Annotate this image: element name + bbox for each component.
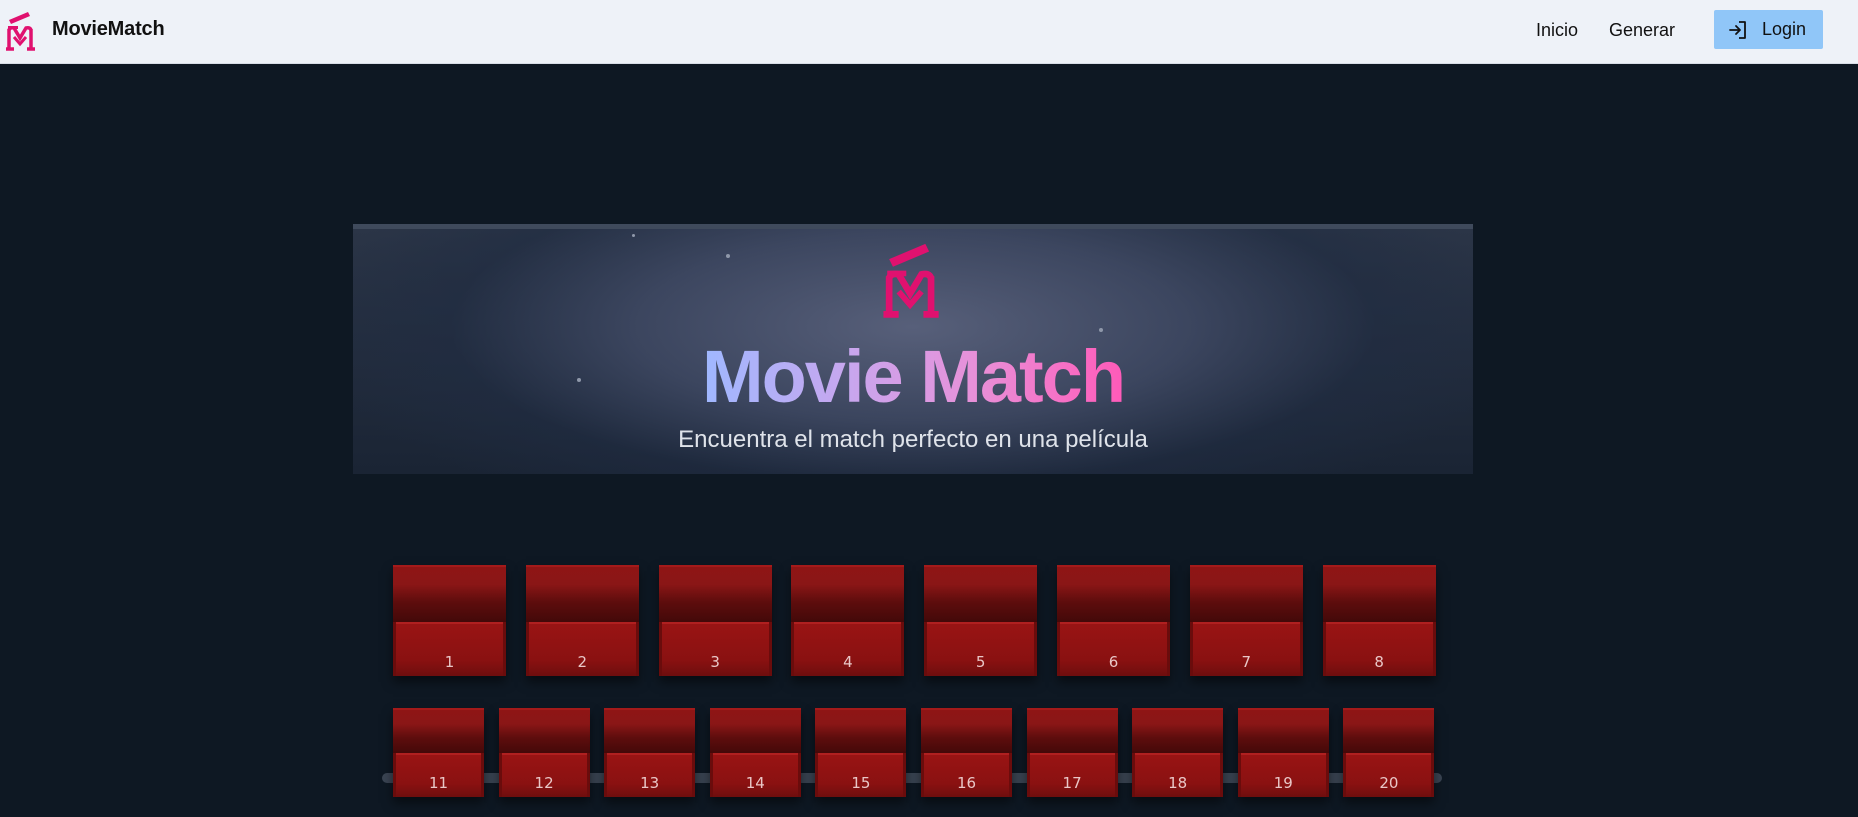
nav-link-inicio[interactable]: Inicio — [1536, 20, 1578, 41]
seat-cushion: 3 — [661, 622, 769, 676]
seat-back — [1343, 708, 1435, 756]
seat-16[interactable]: 16 — [921, 708, 1012, 797]
seat-18[interactable]: 18 — [1132, 708, 1224, 797]
decorative-star — [726, 254, 730, 258]
seat-back — [658, 565, 772, 625]
seat-number: 7 — [1241, 653, 1252, 671]
seat-number: 20 — [1379, 774, 1399, 792]
seat-cushion: 7 — [1192, 622, 1300, 676]
seat-cushion: 15 — [818, 753, 904, 797]
seat-cushion: 17 — [1029, 753, 1115, 797]
brand-name: MovieMatch — [52, 18, 165, 40]
seat-20[interactable]: 20 — [1343, 708, 1435, 797]
decorative-star — [1099, 328, 1103, 332]
hero-subtitle: Encuentra el match perfecto en una pelíc… — [678, 426, 1148, 453]
seat-back — [498, 708, 590, 756]
seat-cushion: 5 — [927, 622, 1035, 676]
seat-back — [1132, 708, 1224, 756]
seat-number: 6 — [1108, 653, 1119, 671]
seat-number: 11 — [428, 774, 449, 792]
seat-19[interactable]: 19 — [1237, 708, 1329, 797]
seat-back — [604, 708, 696, 756]
seat-number: 13 — [640, 774, 660, 792]
seat-12[interactable]: 12 — [498, 708, 590, 797]
seat-back — [921, 708, 1012, 756]
seat-cushion: 1 — [396, 622, 503, 676]
seat-cushion: 19 — [1240, 753, 1326, 797]
seat-number: 2 — [577, 653, 588, 671]
moviematch-hero-logo-icon — [883, 243, 939, 318]
seat-number: 1 — [444, 653, 455, 671]
seat-11[interactable]: 11 — [393, 708, 484, 797]
seat-number: 17 — [1062, 774, 1082, 792]
seat-13[interactable]: 13 — [604, 708, 696, 797]
seat-cushion: 2 — [528, 622, 636, 676]
seat-back — [1026, 708, 1118, 756]
login-label: Login — [1762, 19, 1807, 39]
seat-back — [1189, 565, 1303, 625]
seat-number: 5 — [975, 653, 986, 671]
seat-cushion: 13 — [607, 753, 693, 797]
seat-back — [393, 565, 506, 625]
seat-2[interactable]: 2 — [525, 565, 639, 676]
seat-back — [393, 708, 484, 756]
seat-cushion: 20 — [1346, 753, 1432, 797]
seat-cushion: 4 — [794, 622, 902, 676]
seat-cushion: 14 — [712, 753, 798, 797]
seat-5[interactable]: 5 — [924, 565, 1038, 676]
hero-title: Movie Match — [701, 335, 1126, 418]
seat-number: 15 — [851, 774, 871, 792]
brand-link[interactable]: MovieMatch — [6, 8, 165, 56]
seat-3[interactable]: 3 — [658, 565, 772, 676]
seat-number: 8 — [1374, 653, 1384, 671]
seat-cushion: 6 — [1060, 622, 1167, 676]
navbar: MovieMatch Inicio Generar Login — [0, 0, 1858, 64]
seat-cushion: 18 — [1135, 753, 1221, 797]
seat-number: 19 — [1273, 774, 1293, 792]
seat-number: 16 — [956, 774, 977, 792]
seat-number: 3 — [710, 653, 720, 671]
decorative-star — [632, 234, 635, 237]
seat-14[interactable]: 14 — [709, 708, 801, 797]
seat-number: 12 — [534, 774, 554, 792]
seat-17[interactable]: 17 — [1026, 708, 1118, 797]
seat-cushion: 12 — [501, 753, 587, 797]
seat-7[interactable]: 7 — [1189, 565, 1303, 676]
seat-8[interactable]: 8 — [1322, 565, 1436, 676]
login-button[interactable]: Login — [1714, 10, 1823, 49]
seat-cushion: 11 — [396, 753, 481, 797]
seat-back — [709, 708, 801, 756]
seat-number: 14 — [745, 774, 765, 792]
seat-15[interactable]: 15 — [815, 708, 907, 797]
seat-back — [1237, 708, 1329, 756]
seat-1[interactable]: 1 — [393, 565, 506, 676]
seat-back — [924, 565, 1038, 625]
login-arrow-icon — [1729, 20, 1746, 39]
seat-6[interactable]: 6 — [1057, 565, 1170, 676]
moviematch-logo-icon — [6, 12, 35, 51]
seat-back — [525, 565, 639, 625]
seat-cushion: 16 — [924, 753, 1009, 797]
seat-number: 4 — [843, 653, 853, 671]
seat-number: 18 — [1168, 774, 1188, 792]
seat-back — [815, 708, 907, 756]
seat-cushion: 8 — [1325, 622, 1433, 676]
nav-link-generar[interactable]: Generar — [1609, 20, 1675, 41]
seat-back — [1322, 565, 1436, 625]
seat-back — [1057, 565, 1170, 625]
seat-back — [791, 565, 905, 625]
hero-screen: Movie Match Encuentra el match perfecto … — [353, 224, 1473, 474]
seat-4[interactable]: 4 — [791, 565, 905, 676]
